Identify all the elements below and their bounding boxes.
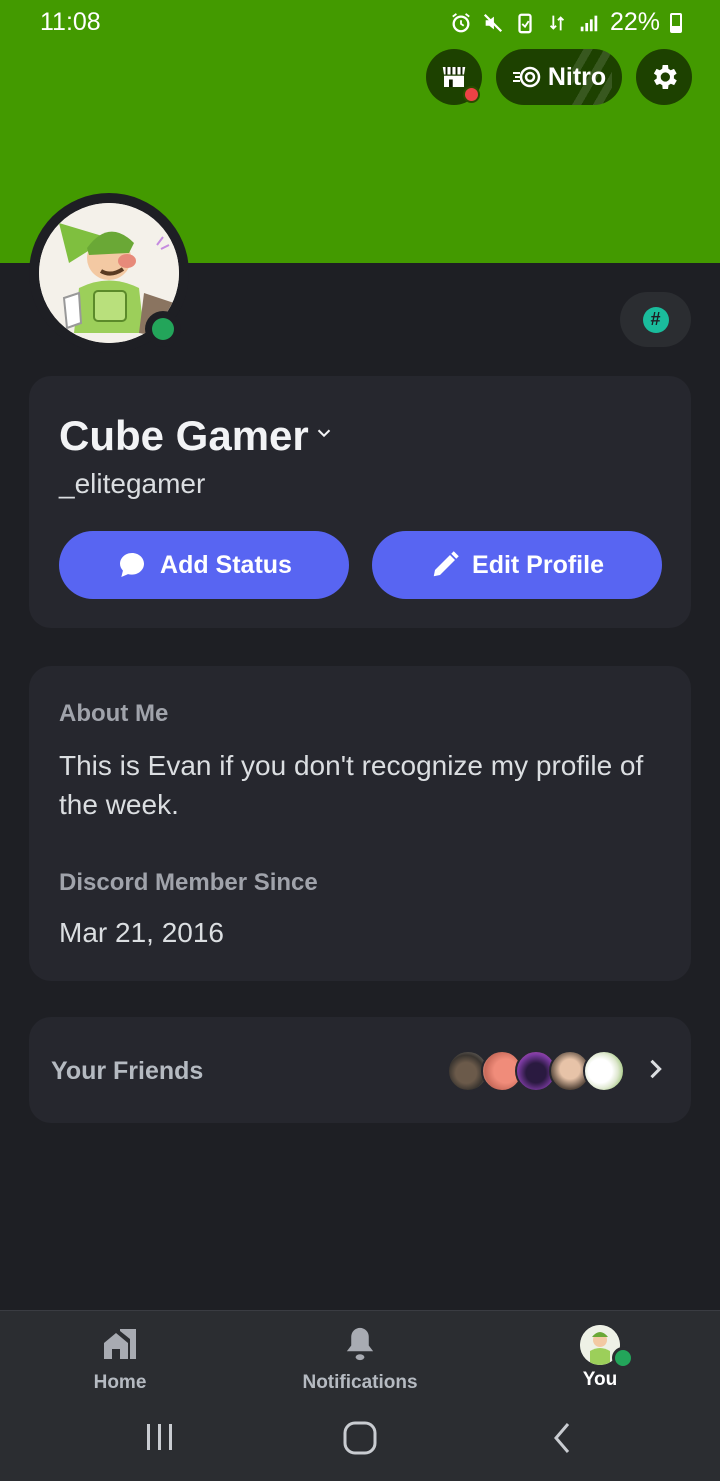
system-navigation-bar <box>0 1400 720 1480</box>
profile-card: Cube Gamer _elitegamer Add Status Edit P… <box>29 376 691 628</box>
about-card: About Me This is Evan if you don't recog… <box>29 666 691 981</box>
nitro-button[interactable]: Nitro <box>496 49 622 105</box>
status-time: 11:08 <box>40 8 101 36</box>
hashtag-icon: # <box>642 306 669 333</box>
member-since-date: Mar 21, 2016 <box>59 917 224 948</box>
display-name-row[interactable]: Cube Gamer <box>59 412 335 460</box>
nitro-icon <box>512 66 541 88</box>
chevron-right-icon <box>650 1059 662 1079</box>
online-status-indicator <box>612 1347 634 1369</box>
add-status-button[interactable]: Add Status <box>59 531 349 599</box>
back-icon[interactable] <box>548 1418 576 1458</box>
bell-icon <box>346 1327 374 1361</box>
member-since-heading: Discord Member Since <box>59 869 318 896</box>
your-friends-card[interactable]: Your Friends <box>29 1017 691 1123</box>
hashtag-badge[interactable]: # <box>620 292 691 347</box>
speech-bubble-icon <box>120 553 145 577</box>
you-avatar <box>580 1325 634 1369</box>
mute-icon <box>483 13 503 32</box>
notification-dot <box>463 86 480 103</box>
settings-button[interactable] <box>636 49 692 105</box>
status-bar: 11:08 22% <box>0 0 720 44</box>
chevron-down-icon <box>317 429 330 438</box>
about-me-heading: About Me <box>59 700 169 727</box>
recent-apps-icon[interactable] <box>144 1418 176 1458</box>
nav-home-label: Home <box>93 1372 147 1393</box>
nav-you-label: You <box>582 1369 618 1390</box>
status-icons: 22% <box>450 8 682 37</box>
pencil-icon <box>433 551 459 577</box>
your-friends-label: Your Friends <box>51 1057 204 1085</box>
home-system-icon[interactable] <box>342 1418 378 1458</box>
shop-button[interactable] <box>426 49 482 105</box>
nav-you[interactable]: You <box>520 1325 680 1391</box>
about-me-text: This is Evan if you don't recognize my p… <box>59 750 644 820</box>
edit-profile-label: Edit Profile <box>472 550 604 579</box>
alarm-icon <box>452 12 470 32</box>
home-icon <box>104 1329 136 1359</box>
nav-notifications[interactable]: Notifications <box>280 1325 440 1394</box>
signal-icon <box>580 15 598 31</box>
nav-home[interactable]: Home <box>40 1325 200 1394</box>
friend-avatars <box>447 1050 637 1092</box>
online-status-indicator <box>145 311 181 347</box>
battery-percent: 22% <box>609 8 660 36</box>
add-status-label: Add Status <box>160 550 292 579</box>
gear-icon <box>653 65 677 89</box>
edit-profile-button[interactable]: Edit Profile <box>372 531 662 599</box>
username: _elitegamer <box>59 468 206 499</box>
data-icon <box>549 15 565 30</box>
nav-notifications-label: Notifications <box>302 1372 418 1393</box>
battery-icon <box>670 12 682 33</box>
friend-avatar <box>583 1050 625 1092</box>
battery-saver-icon <box>518 13 532 33</box>
display-name: Cube Gamer <box>59 412 309 459</box>
